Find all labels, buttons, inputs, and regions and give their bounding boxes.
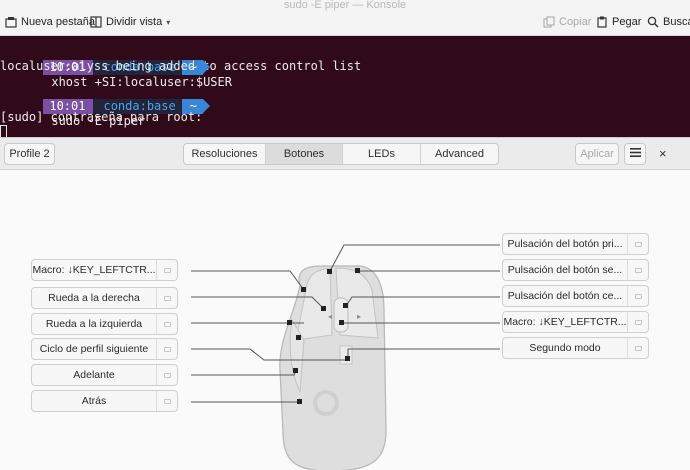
button-mapping-row[interactable]: Ciclo de perfil siguiente xyxy=(31,338,178,360)
mapping-options-button[interactable] xyxy=(156,288,177,308)
svg-text:◂: ◂ xyxy=(328,312,332,321)
button-mapping-label: Adelante xyxy=(73,369,115,381)
paste-label: Pegar xyxy=(612,16,642,28)
piper-header-bar: Profile 2 Resoluciones Botones LEDs Adva… xyxy=(0,138,690,170)
hamburger-menu-button[interactable] xyxy=(624,143,646,165)
apply-button[interactable]: Aplicar xyxy=(575,143,619,165)
button-mapping-row[interactable]: Atrás xyxy=(31,390,178,412)
button-mapping-label: Macro: ↓KEY_LEFTCTR... xyxy=(32,264,156,276)
mapping-options-button[interactable] xyxy=(627,286,648,306)
keyboard-icon xyxy=(634,293,642,299)
tab-advanced[interactable]: Advanced xyxy=(421,144,498,164)
mapping-options-button[interactable] xyxy=(627,338,648,358)
keyboard-icon xyxy=(634,345,642,351)
paste-button[interactable]: Pegar xyxy=(596,13,641,31)
close-icon[interactable]: × xyxy=(659,147,667,160)
mapping-options-button[interactable] xyxy=(627,260,648,280)
profile-button[interactable]: Profile 2 xyxy=(4,143,55,165)
button-mapping-label: Rueda a la izquierda xyxy=(45,318,143,330)
button-mapping-row[interactable]: Rueda a la derecha xyxy=(31,287,178,309)
button-mapping-label: Rueda a la derecha xyxy=(48,292,140,304)
keyboard-icon xyxy=(163,346,171,352)
button-mapping-label: Pulsación del botón ce... xyxy=(507,290,623,302)
keyboard-icon xyxy=(163,295,171,301)
split-view-icon xyxy=(90,16,102,28)
split-view-button[interactable]: Dividir vista ▾ xyxy=(90,13,170,31)
paste-icon xyxy=(596,16,608,28)
buttons-canvas: ◂ ▸ Macro: ↓KEY_LEFTCTR... Rueda a la de… xyxy=(0,170,690,470)
konsole-titlebar: sudo -E piper — Konsole Nueva pestaña Di… xyxy=(0,0,690,36)
split-view-chevron-down-icon: ▾ xyxy=(166,17,171,27)
keyboard-icon xyxy=(163,372,171,378)
keyboard-icon xyxy=(163,267,171,273)
button-mapping-label: Ciclo de perfil siguiente xyxy=(39,343,149,355)
button-mapping-label: Atrás xyxy=(81,395,107,407)
keyboard-icon xyxy=(634,241,642,247)
button-mapping-label: Segundo modo xyxy=(529,342,601,354)
mapping-options-button[interactable] xyxy=(156,365,177,385)
search-label: Buscar xyxy=(663,16,690,28)
button-mapping-label: Macro: ↓KEY_LEFTCTR... xyxy=(503,316,627,328)
new-tab-icon xyxy=(5,16,17,28)
tab-botones[interactable]: Botones xyxy=(266,144,343,164)
new-tab-label: Nueva pestaña xyxy=(21,16,95,28)
prompt-line: 10:01 conda:base ~ xhost +SI:localuser:$US… xyxy=(0,45,232,89)
tab-leds[interactable]: LEDs xyxy=(343,144,421,164)
keyboard-icon xyxy=(163,398,171,404)
keyboard-icon xyxy=(634,267,642,273)
mapping-options-button[interactable] xyxy=(627,234,648,254)
mapping-options-button[interactable] xyxy=(156,339,177,359)
copy-icon xyxy=(543,16,555,28)
tab-bar: Resoluciones Botones LEDs Advanced xyxy=(183,143,499,165)
button-mapping-row[interactable]: Pulsación del botón pri... xyxy=(502,233,649,255)
prompt-line: 10:01 conda:base ~ sudo -E piper xyxy=(0,84,210,128)
button-mapping-row[interactable]: Macro: ↓KEY_LEFTCTR... xyxy=(31,259,178,281)
button-mapping-row[interactable]: Macro: ↓KEY_LEFTCTR... xyxy=(502,311,649,333)
copy-button[interactable]: Copiar xyxy=(543,13,591,31)
button-mapping-row[interactable]: Segundo modo xyxy=(502,337,649,359)
search-button[interactable]: Buscar xyxy=(647,13,690,31)
window-title: sudo -E piper — Konsole xyxy=(283,0,407,11)
mapping-options-button[interactable] xyxy=(156,391,177,411)
button-mapping-row[interactable]: Adelante xyxy=(31,364,178,386)
button-mapping-label: Pulsación del botón pri... xyxy=(507,238,623,250)
tab-resoluciones[interactable]: Resoluciones xyxy=(184,144,266,164)
svg-text:▸: ▸ xyxy=(357,312,361,321)
button-mapping-label: Pulsación del botón se... xyxy=(507,264,623,276)
terminal-area[interactable]: 10:01 conda:base ~ xhost +SI:localuser:$US… xyxy=(0,37,690,143)
mapping-options-button[interactable] xyxy=(627,312,648,332)
button-mapping-row[interactable]: Rueda a la izquierda xyxy=(31,313,178,335)
terminal-output: localuser:alyss being added to access co… xyxy=(0,59,362,73)
copy-label: Copiar xyxy=(559,16,592,28)
piper-window: Profile 2 Resoluciones Botones LEDs Adva… xyxy=(0,137,690,470)
button-mapping-row[interactable]: Pulsación del botón ce... xyxy=(502,285,649,307)
mapping-options-button[interactable] xyxy=(156,260,177,280)
button-mapping-row[interactable]: Pulsación del botón se... xyxy=(502,259,649,281)
keyboard-icon xyxy=(634,319,642,325)
mapping-options-button[interactable] xyxy=(156,314,177,334)
new-tab-button[interactable]: Nueva pestaña xyxy=(5,13,95,31)
search-icon xyxy=(647,16,659,28)
split-view-label: Dividir vista xyxy=(106,16,163,28)
terminal-output: [sudo] contraseña para root: xyxy=(0,110,203,124)
hamburger-menu-icon xyxy=(629,148,641,160)
keyboard-icon xyxy=(163,321,171,327)
